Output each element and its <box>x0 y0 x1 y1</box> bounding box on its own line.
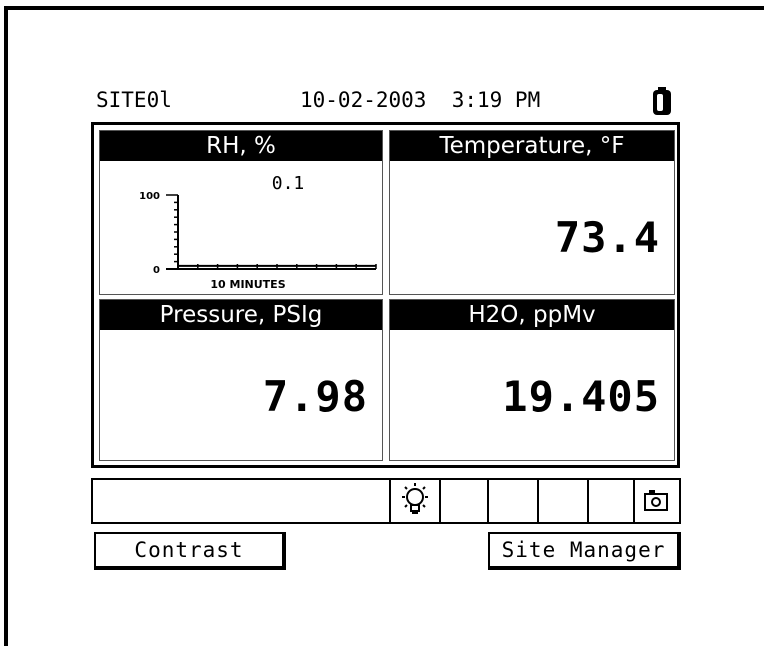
contrast-button[interactable]: Contrast <box>94 532 286 570</box>
battery-icon <box>653 87 671 115</box>
h2o-cell[interactable]: H2O, ppMv 19.405 <box>389 299 675 461</box>
camera-slot[interactable] <box>633 480 679 522</box>
rh-trend-chart: 0.1 100 0 10 MINUTES <box>139 173 377 291</box>
site-manager-button[interactable]: Site Manager <box>488 532 681 570</box>
pressure-value: 7.98 <box>262 372 368 421</box>
h2o-header: H2O, ppMv <box>390 300 674 330</box>
icon-slot-5 <box>587 480 633 522</box>
icon-slot-3 <box>487 480 537 522</box>
axis-ticks <box>166 194 377 270</box>
temperature-cell[interactable]: Temperature, °F 73.4 <box>389 130 675 295</box>
y-tick-label-top: 100 <box>139 191 160 202</box>
measurement-panel: RH, % 0.1 100 0 10 MINUTES Temperature, … <box>91 122 680 468</box>
y-tick-label-bottom: 0 <box>153 265 160 276</box>
temperature-header: Temperature, °F <box>390 131 674 161</box>
pressure-cell[interactable]: Pressure, PSIg 7.98 <box>99 299 383 461</box>
frame-left-border <box>4 6 8 646</box>
site-name: SITE0l <box>96 88 172 112</box>
icon-slot-2 <box>439 480 487 522</box>
temperature-value: 73.4 <box>554 213 660 262</box>
lightbulb-slot[interactable] <box>389 480 439 522</box>
h2o-value: 19.405 <box>502 372 660 421</box>
icon-slot-4 <box>537 480 587 522</box>
x-axis-label: 10 MINUTES <box>210 278 285 291</box>
icon-bar <box>91 478 681 524</box>
rh-current-value: 0.1 <box>272 173 305 194</box>
frame-top-border <box>4 6 764 10</box>
status-bar: SITE0l 10-02-2003 3:19 PM <box>96 86 686 118</box>
lightbulb-icon <box>402 483 428 514</box>
pressure-header: Pressure, PSIg <box>100 300 382 330</box>
camera-icon <box>644 490 668 511</box>
rh-cell[interactable]: RH, % 0.1 100 0 10 MINUTES <box>99 130 383 295</box>
rh-header: RH, % <box>100 131 382 161</box>
date-time: 10-02-2003 3:19 PM <box>300 88 541 112</box>
